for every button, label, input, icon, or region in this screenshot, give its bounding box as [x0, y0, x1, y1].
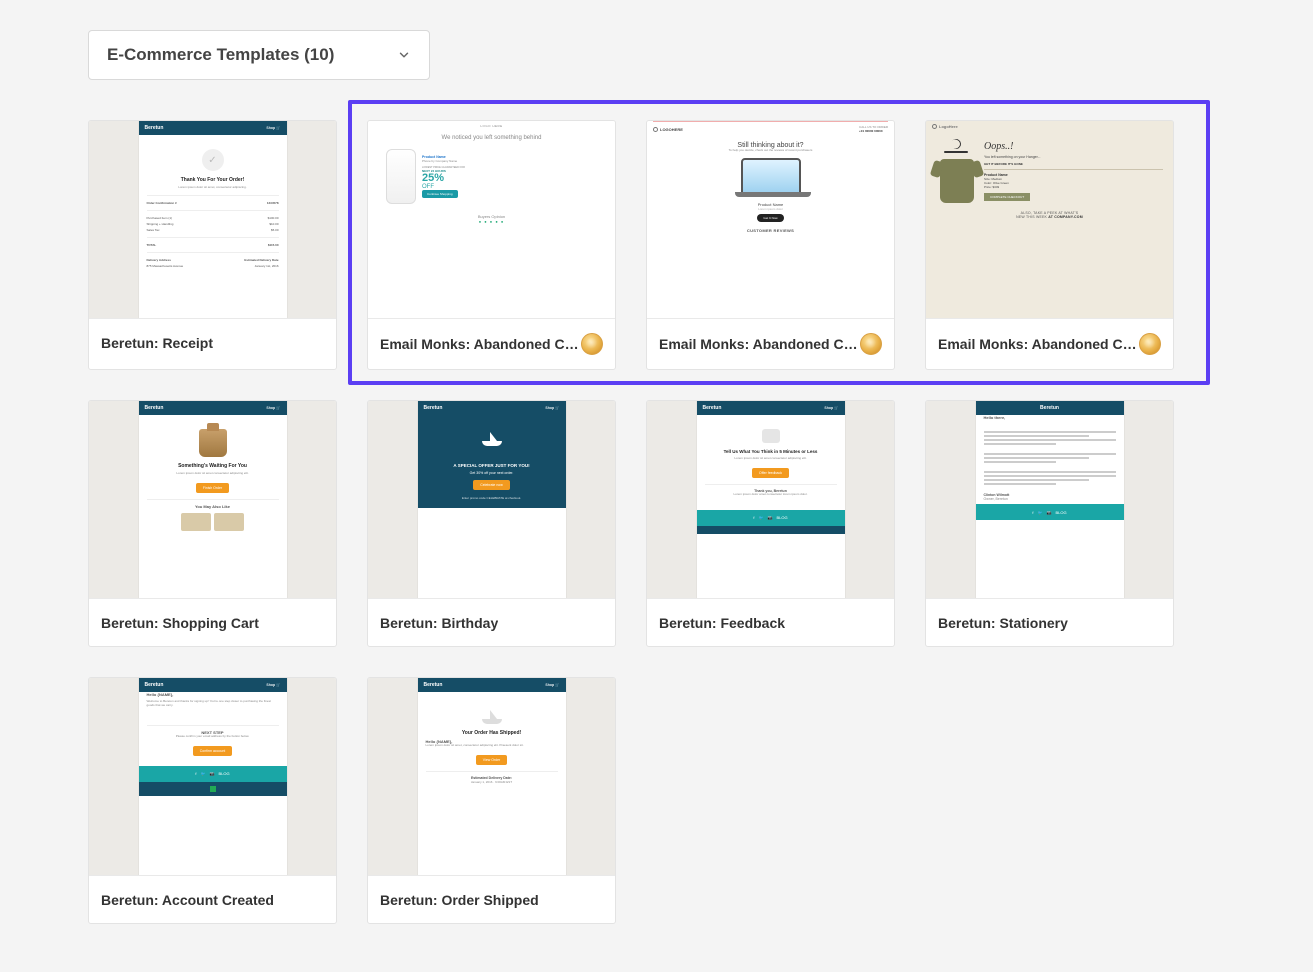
template-card[interactable]: BeretunShop 🛒 Your Order Has Shipped! He…: [367, 677, 616, 924]
dropdown-label: E-Commerce Templates (10): [107, 45, 334, 65]
author-badge-icon: [1139, 333, 1161, 355]
template-card[interactable]: BeretunShop 🛒 A SPECIAL OFFER JUST FOR Y…: [367, 400, 616, 647]
card-title: Email Monks: Abandoned Cart 1: [659, 336, 860, 352]
template-card[interactable]: BeretunShop 🛒 Something's Waiting For Yo…: [88, 400, 337, 647]
category-dropdown[interactable]: E-Commerce Templates (10): [88, 30, 430, 80]
template-preview: BeretunShop 🛒 A SPECIAL OFFER JUST FOR Y…: [368, 401, 615, 598]
template-card[interactable]: LogoHere Oops..! You left something on y…: [925, 120, 1174, 370]
card-title: Beretun: Account Created: [101, 892, 274, 908]
template-preview: LOGOHERECALL US TO ORDER+01 00000 00000 …: [647, 121, 894, 318]
template-preview: BeretunShop 🛒 ✓ Thank You For Your Order…: [89, 121, 336, 318]
template-preview: BeretunShop 🛒 Something's Waiting For Yo…: [89, 401, 336, 598]
author-badge-icon: [581, 333, 603, 355]
card-title: Beretun: Birthday: [380, 615, 498, 631]
chevron-down-icon: [397, 48, 411, 62]
author-badge-icon: [860, 333, 882, 355]
template-card[interactable]: BeretunShop 🛒 Tell Us What You Think in …: [646, 400, 895, 647]
card-title: Beretun: Shopping Cart: [101, 615, 259, 631]
card-title: Beretun: Stationery: [938, 615, 1068, 631]
template-preview: BeretunShop 🛒 Your Order Has Shipped! He…: [368, 678, 615, 875]
card-title: Beretun: Feedback: [659, 615, 785, 631]
card-title: Beretun: Order Shipped: [380, 892, 539, 908]
template-preview: LogoHere Oops..! You left something on y…: [926, 121, 1173, 318]
card-title: Email Monks: Abandoned Cart 3: [938, 336, 1139, 352]
template-preview: BeretunShop 🛒 Tell Us What You Think in …: [647, 401, 894, 598]
card-title: Beretun: Receipt: [101, 335, 213, 351]
template-preview: Beretun Hello there, Clinton Wilmott Own…: [926, 401, 1173, 598]
template-card[interactable]: Beretun Hello there, Clinton Wilmott Own…: [925, 400, 1174, 647]
template-card[interactable]: LOGO HERE We noticed you left something …: [367, 120, 616, 370]
template-grid: BeretunShop 🛒 ✓ Thank You For Your Order…: [88, 120, 1225, 924]
template-card[interactable]: BeretunShop 🛒 Hello {NAME}, Welcome to B…: [88, 677, 337, 924]
template-preview: BeretunShop 🛒 Hello {NAME}, Welcome to B…: [89, 678, 336, 875]
card-title: Email Monks: Abandoned Cart 2: [380, 336, 581, 352]
template-card[interactable]: BeretunShop 🛒 ✓ Thank You For Your Order…: [88, 120, 337, 370]
template-preview: LOGO HERE We noticed you left something …: [368, 121, 615, 318]
template-card[interactable]: LOGOHERECALL US TO ORDER+01 00000 00000 …: [646, 120, 895, 370]
